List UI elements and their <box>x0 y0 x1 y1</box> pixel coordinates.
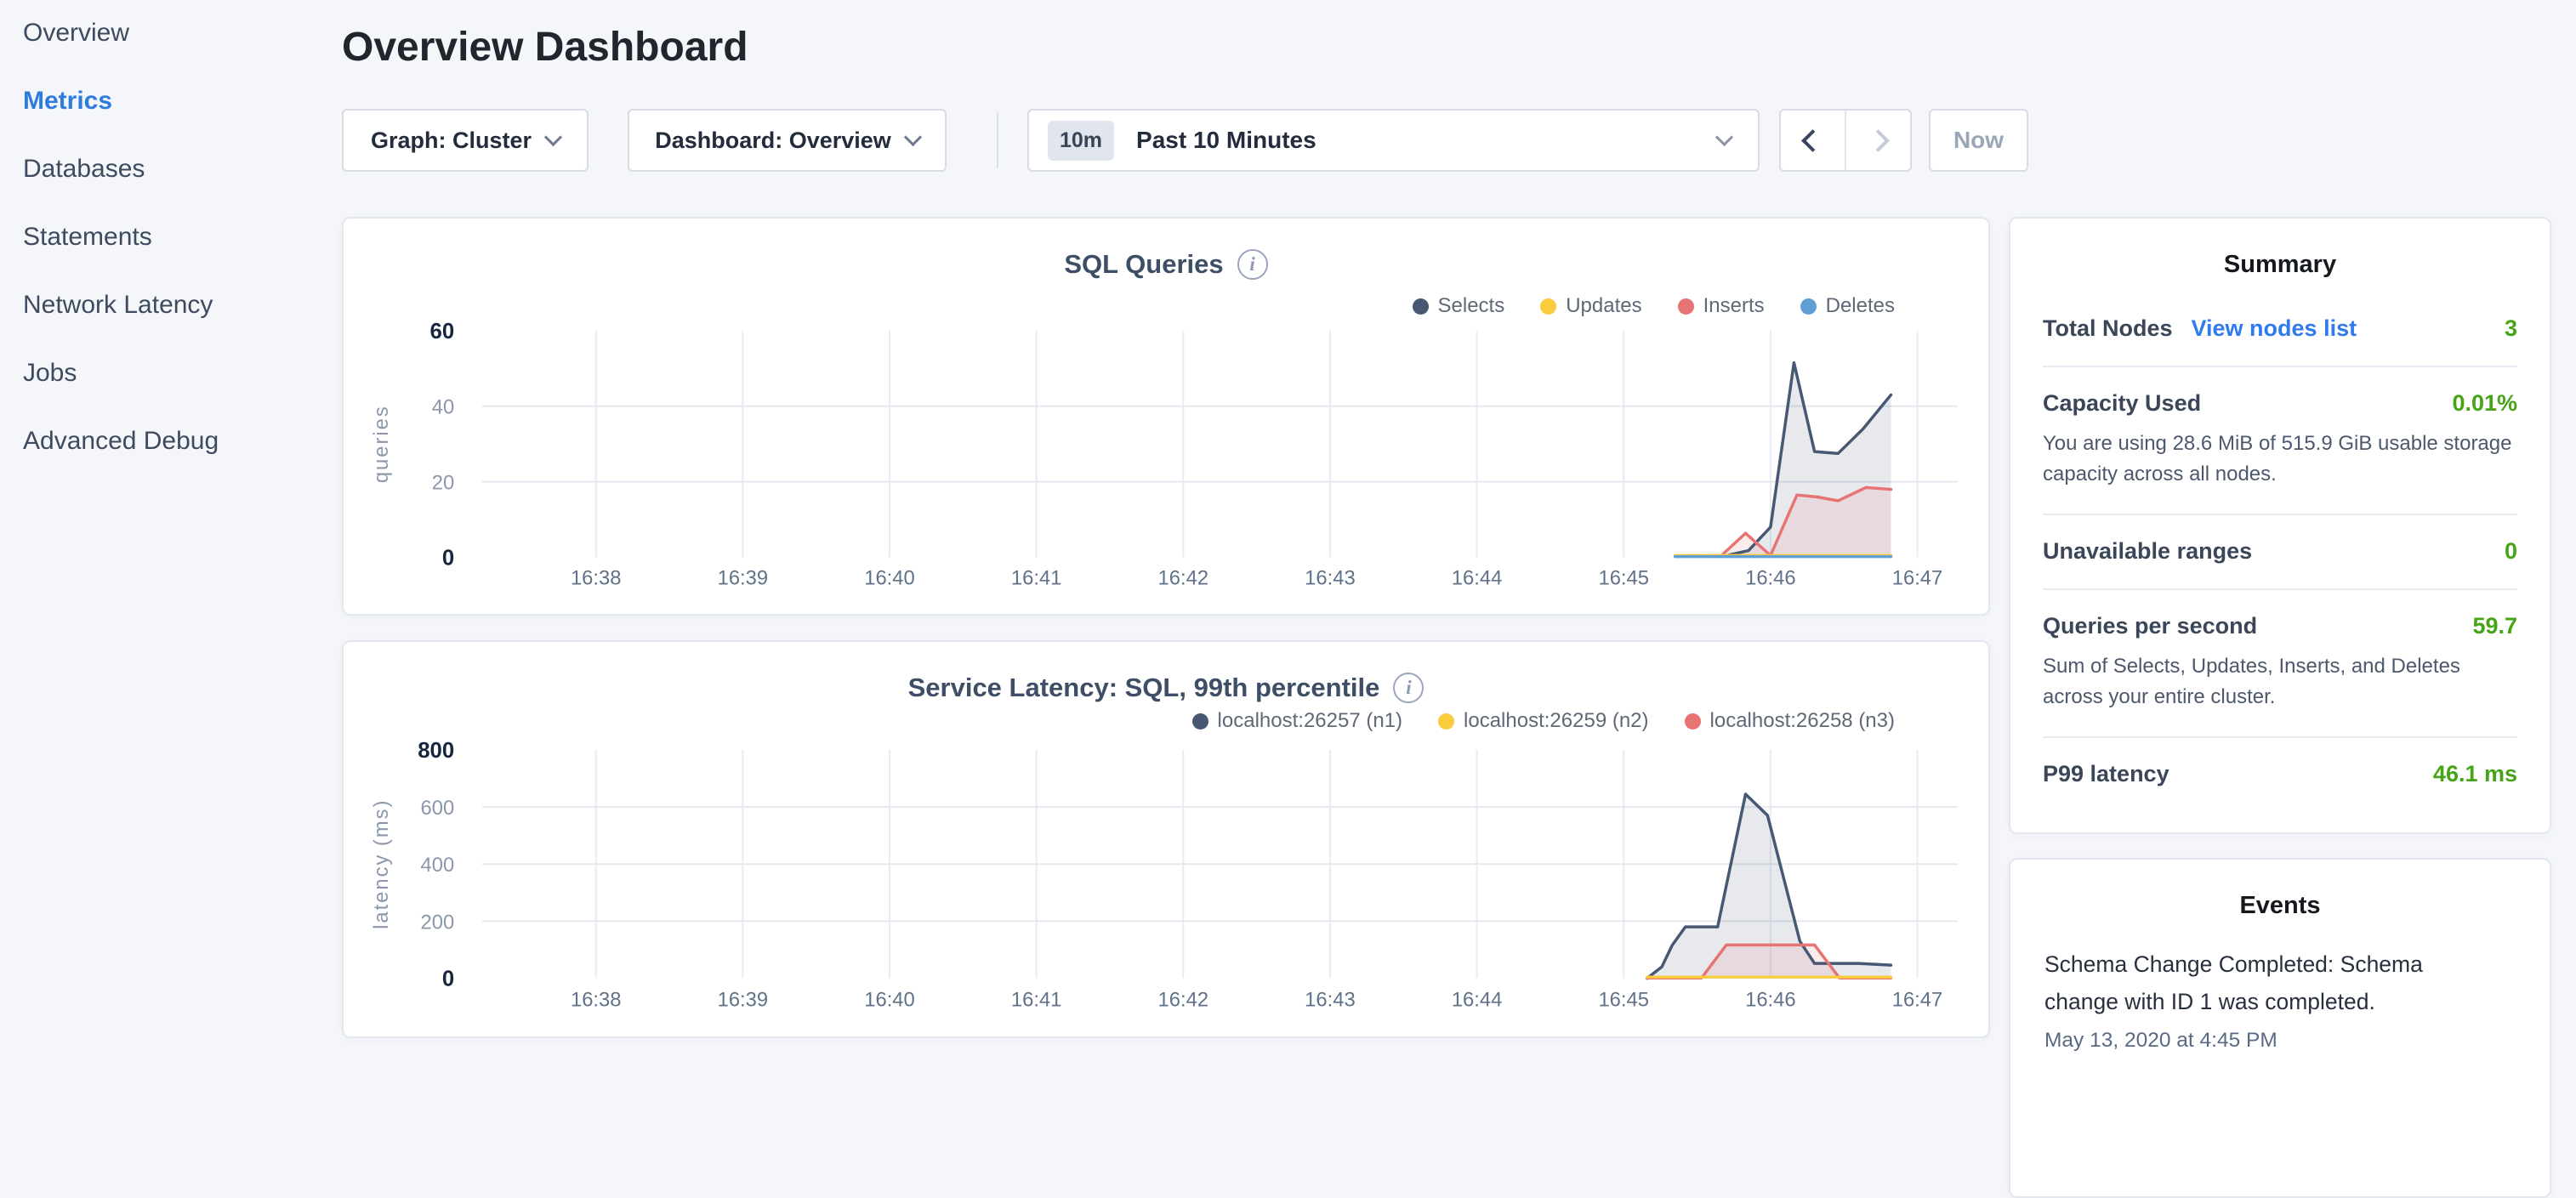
svg-text:600: 600 <box>421 797 455 820</box>
summary-row: Unavailable ranges 0 <box>2043 514 2517 588</box>
summary-title: Summary <box>2010 219 2550 292</box>
chevron-down-icon <box>544 128 562 145</box>
svg-text:16:46: 16:46 <box>1745 988 1796 1011</box>
sidebar-item-overview[interactable]: Overview <box>23 19 129 48</box>
svg-text:16:47: 16:47 <box>1892 988 1943 1011</box>
summary-row-value: 59.7 <box>2472 613 2517 639</box>
service-latency-plot[interactable]: 16:38 16:39 16:40 16:41 16:42 16:43 16:44 16:45… <box>344 642 1988 1036</box>
events-panel: Events Schema Change Completed: Schema c… <box>2009 858 2551 1198</box>
toolbar-divider <box>997 112 998 168</box>
graph-dropdown-label: Graph: Cluster <box>371 128 532 154</box>
summary-row-label: P99 latency <box>2043 761 2169 787</box>
svg-text:16:47: 16:47 <box>1892 566 1943 589</box>
summary-row-label: Unavailable ranges <box>2043 538 2252 565</box>
summary-panel: Summary Total Nodes View nodes list 3 Capac… <box>2009 217 2551 834</box>
sidebar: Overview Metrics Databases Statements Networ… <box>0 0 340 1051</box>
svg-text:0: 0 <box>442 968 454 991</box>
time-range-selector[interactable]: 10m Past 10 Minutes <box>1027 109 1760 172</box>
svg-text:16:39: 16:39 <box>718 988 769 1011</box>
svg-text:16:43: 16:43 <box>1305 566 1356 589</box>
svg-text:16:38: 16:38 <box>571 566 622 589</box>
svg-text:20: 20 <box>432 472 454 495</box>
sidebar-item-network-latency[interactable]: Network Latency <box>23 291 213 320</box>
summary-row-value: 46.1 ms <box>2433 761 2517 787</box>
sidebar-item-jobs[interactable]: Jobs <box>23 359 77 388</box>
page-title: Overview Dashboard <box>342 24 748 71</box>
prev-range-button[interactable] <box>1781 111 1845 170</box>
svg-text:400: 400 <box>421 854 455 877</box>
svg-text:16:42: 16:42 <box>1158 988 1209 1011</box>
chevron-left-icon <box>1801 129 1824 152</box>
svg-text:16:40: 16:40 <box>864 566 915 589</box>
svg-text:60: 60 <box>430 320 455 344</box>
summary-row: Total Nodes View nodes list 3 <box>2043 292 2517 366</box>
summary-row-value: 0 <box>2505 538 2517 565</box>
summary-row-label: Queries per second <box>2043 613 2257 639</box>
svg-text:16:43: 16:43 <box>1305 988 1356 1011</box>
svg-text:0: 0 <box>442 546 454 570</box>
svg-text:16:44: 16:44 <box>1452 988 1503 1011</box>
svg-text:16:39: 16:39 <box>718 566 769 589</box>
dashboard-dropdown[interactable]: Dashboard: Overview <box>628 109 947 172</box>
event-timestamp: May 13, 2020 at 4:45 PM <box>2044 1029 2516 1053</box>
chevron-down-icon <box>904 128 922 145</box>
summary-row-description: You are using 28.6 MiB of 515.9 GiB usab… <box>2043 429 2517 490</box>
svg-text:16:42: 16:42 <box>1158 566 1209 589</box>
events-title: Events <box>2010 860 2550 934</box>
sql-queries-plot[interactable]: 16:38 16:39 16:40 16:41 16:42 16:43 16:44 16:45… <box>344 219 1988 614</box>
svg-text:16:45: 16:45 <box>1598 566 1649 589</box>
chevron-right-icon <box>1867 129 1890 152</box>
view-nodes-list-link[interactable]: View nodes list <box>2192 315 2357 342</box>
svg-text:16:44: 16:44 <box>1452 566 1503 589</box>
time-range-badge: 10m <box>1048 121 1114 161</box>
svg-text:40: 40 <box>432 396 454 419</box>
svg-text:latency (ms): latency (ms) <box>370 799 393 929</box>
summary-row-description: Sum of Selects, Updates, Inserts, and De… <box>2043 651 2517 713</box>
db-console-metrics-page: { "sidebar": { "items": [ {"label": "Ove… <box>0 0 2576 1051</box>
event-text: Schema Change Completed: Schema change w… <box>2044 945 2457 1020</box>
dashboard-dropdown-label: Dashboard: Overview <box>655 128 891 154</box>
summary-row-label: Total Nodes <box>2043 315 2173 342</box>
chevron-down-icon <box>1715 128 1733 146</box>
svg-text:16:41: 16:41 <box>1011 566 1062 589</box>
svg-text:16:40: 16:40 <box>864 988 915 1011</box>
sidebar-item-advanced-debug[interactable]: Advanced Debug <box>23 427 219 456</box>
service-latency-chart-card: Service Latency: SQL, 99th percentilei l… <box>342 640 1990 1038</box>
time-range-label: Past 10 Minutes <box>1136 127 1316 154</box>
now-button[interactable]: Now <box>1929 109 2028 172</box>
sidebar-item-statements[interactable]: Statements <box>23 223 152 252</box>
sidebar-item-databases[interactable]: Databases <box>23 155 145 184</box>
next-range-button[interactable] <box>1846 111 1910 170</box>
svg-text:16:45: 16:45 <box>1598 988 1649 1011</box>
svg-text:800: 800 <box>418 739 454 763</box>
svg-text:200: 200 <box>421 911 455 934</box>
svg-text:16:46: 16:46 <box>1745 566 1796 589</box>
summary-row-label: Capacity Used <box>2043 390 2201 417</box>
summary-row: P99 latency 46.1 ms <box>2043 736 2517 811</box>
summary-row: Queries per second 59.7 Sum of Selects, Up… <box>2043 588 2517 736</box>
event-item: Schema Change Completed: Schema change w… <box>2044 945 2516 1053</box>
sidebar-item-metrics[interactable]: Metrics <box>23 87 112 116</box>
summary-row-value: 0.01% <box>2452 390 2517 417</box>
summary-row: Capacity Used 0.01% You are using 28.6 MiB… <box>2043 366 2517 514</box>
time-range-pager <box>1779 109 1912 172</box>
svg-text:queries: queries <box>370 405 393 483</box>
summary-row-value: 3 <box>2505 315 2517 342</box>
sql-queries-chart-card: SQL Queriesi SelectsUpdatesInsertsDelete… <box>342 217 1990 616</box>
svg-text:16:38: 16:38 <box>571 988 622 1011</box>
graph-dropdown[interactable]: Graph: Cluster <box>342 109 589 172</box>
svg-text:16:41: 16:41 <box>1011 988 1062 1011</box>
